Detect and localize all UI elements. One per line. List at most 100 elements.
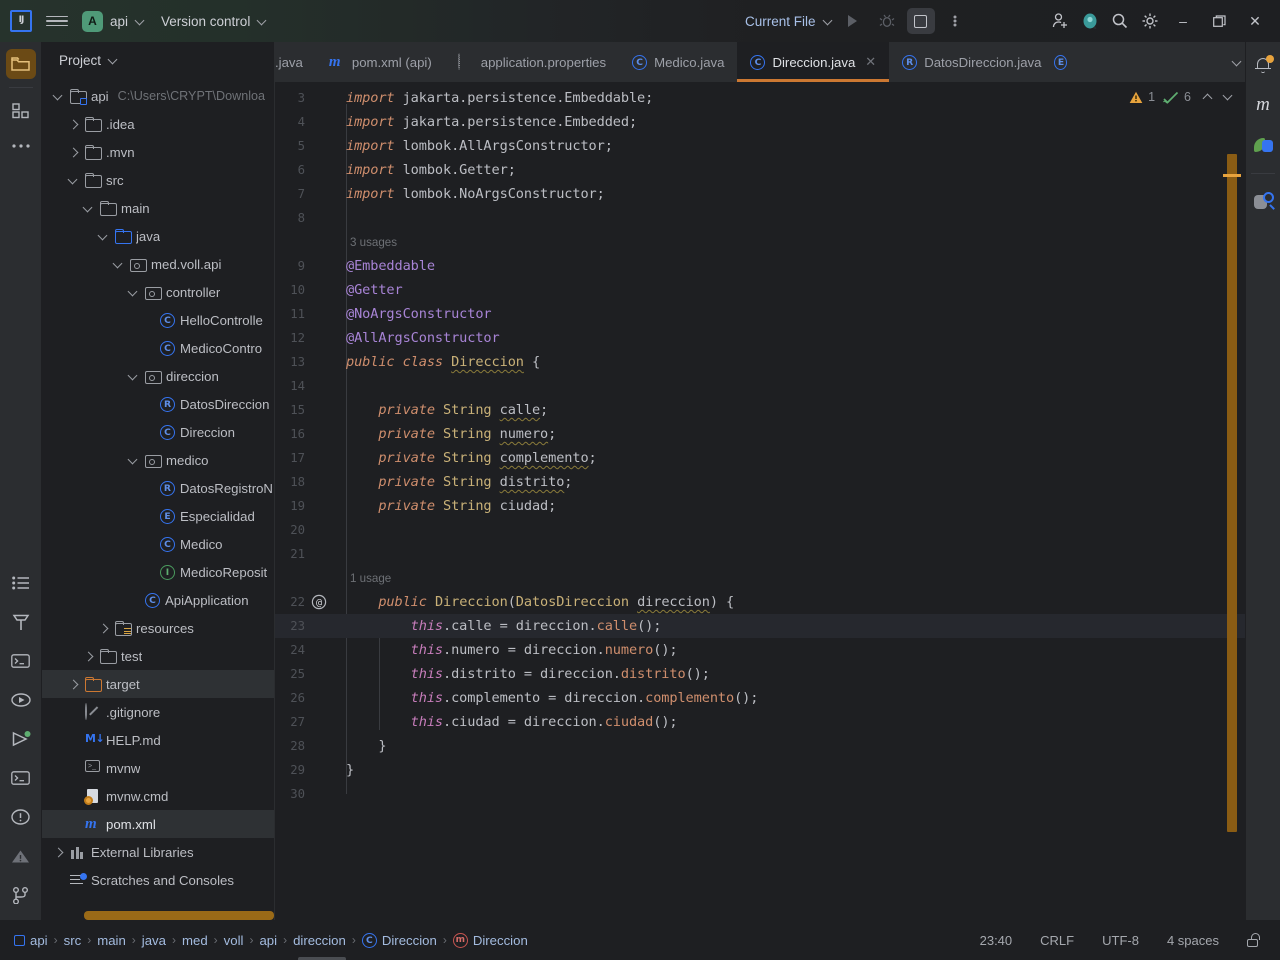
tree-node-apiapplication[interactable]: C ApiApplication (42, 586, 274, 614)
gutter-annotation-icon[interactable]: @ (311, 594, 327, 610)
code-line[interactable]: 10 @Getter (275, 278, 1245, 302)
search-icon[interactable] (1106, 8, 1134, 34)
tree-node-scratches-and-consoles[interactable]: Scratches and Consoles (42, 866, 274, 894)
breadcrumb-item-med[interactable]: med (182, 933, 208, 948)
code-line[interactable]: 3 import jakarta.persistence.Embeddable; (275, 86, 1245, 110)
tree-node-resources[interactable]: resources (42, 614, 274, 642)
tab-close-icon[interactable]: ✕ (865, 54, 876, 70)
tree-node-java[interactable]: java (42, 222, 274, 250)
tree-node-direccion[interactable]: C Direccion (42, 418, 274, 446)
tree-expand-arrow[interactable] (142, 314, 155, 327)
code-line[interactable]: 9 @Embeddable (275, 254, 1245, 278)
sidebar-item-project[interactable] (5, 49, 36, 79)
breadcrumb-item-direccion[interactable]: m Direccion (452, 932, 528, 948)
code-line[interactable]: 24 this.numero = direccion.numero(); (275, 638, 1245, 662)
code-line[interactable]: 3 usages (275, 230, 1245, 254)
tab-medico-java[interactable]: C Medico.java (619, 42, 737, 82)
tree-node-pom-xml[interactable]: m pom.xml (42, 810, 274, 838)
indent-setting[interactable]: 4 spaces (1167, 933, 1219, 948)
tree-expand-arrow[interactable] (67, 818, 80, 831)
close-button[interactable]: ✕ (1238, 6, 1272, 36)
file-encoding[interactable]: UTF-8 (1102, 933, 1139, 948)
code-line[interactable]: 30 (275, 782, 1245, 806)
code-line[interactable]: 22 @ public Direccion(DatosDireccion dire… (275, 590, 1245, 614)
tree-node-help-md[interactable]: M↓ HELP.md (42, 726, 274, 754)
tree-expand-arrow[interactable] (127, 454, 140, 467)
tree-expand-arrow[interactable] (142, 398, 155, 411)
code-line[interactable]: 7 import lombok.NoArgsConstructor; (275, 182, 1245, 206)
more-run-options-button[interactable] (941, 8, 969, 34)
tree-expand-arrow[interactable] (97, 230, 110, 243)
tree-expand-arrow[interactable] (82, 650, 95, 663)
account-icon[interactable] (1076, 8, 1104, 34)
tree-node-test[interactable]: test (42, 642, 274, 670)
tree-node-medico[interactable]: C Medico (42, 530, 274, 558)
breadcrumb-item-main[interactable]: main (97, 933, 126, 948)
sidebar-item-problems[interactable] (6, 802, 36, 832)
tree-expand-arrow[interactable] (67, 118, 80, 131)
sidebar-item-terminal[interactable] (6, 646, 36, 676)
tree-node-api[interactable]: api C:\Users\CRYPT\Downloa (42, 82, 274, 110)
breadcrumb-item-api[interactable]: api (14, 933, 48, 948)
code-line[interactable]: 27 this.ciudad = direccion.ciudad(); (275, 710, 1245, 734)
tree-node-target[interactable]: target (42, 670, 274, 698)
sidebar-item-git-branch[interactable] (6, 880, 36, 910)
code-line[interactable]: 11 @NoArgsConstructor (275, 302, 1245, 326)
breadcrumb-item-voll[interactable]: voll (224, 933, 244, 948)
breadcrumb-item-direccion[interactable]: direccion (293, 933, 346, 948)
usage-hint[interactable]: 1 usage (350, 572, 391, 585)
database-search-icon[interactable] (1248, 187, 1278, 217)
code-line[interactable]: 1 usage (275, 566, 1245, 590)
tree-node-src[interactable]: src (42, 166, 274, 194)
code-line[interactable]: 15 private String calle; (275, 398, 1245, 422)
tree-expand-arrow[interactable] (127, 594, 140, 607)
hamburger-menu-icon[interactable] (46, 10, 68, 32)
sidebar-item-todo[interactable] (6, 568, 36, 598)
code-line[interactable]: 4 import jakarta.persistence.Embedded; (275, 110, 1245, 134)
notifications-bell-icon[interactable] (1248, 50, 1278, 80)
sidebar-item-warnings[interactable] (6, 841, 36, 871)
line-separator[interactable]: CRLF (1040, 933, 1074, 948)
run-configuration-selector[interactable]: Current File (745, 14, 833, 29)
usage-hint[interactable]: 3 usages (350, 236, 397, 249)
sidebar-item-services[interactable] (6, 685, 36, 715)
code-line[interactable]: 28 } (275, 734, 1245, 758)
editor-error-marker[interactable] (1223, 174, 1241, 177)
tree-node-medicoreposit[interactable]: I MedicoReposit (42, 558, 274, 586)
sidebar-item-run[interactable] (6, 724, 36, 754)
breadcrumb-item-java[interactable]: java (142, 933, 166, 948)
tree-expand-arrow[interactable] (127, 370, 140, 383)
code-line[interactable]: 5 import lombok.AllArgsConstructor; (275, 134, 1245, 158)
code-line[interactable]: 14 (275, 374, 1245, 398)
run-button[interactable] (839, 8, 867, 34)
code-editor[interactable]: 1 6 3 import jakarta.persistence.Embeddab… (275, 82, 1245, 920)
gear-icon[interactable] (1136, 8, 1164, 34)
tree-expand-arrow[interactable] (142, 510, 155, 523)
code-line[interactable]: 23 this.calle = direccion.calle(); (275, 614, 1245, 638)
tree-expand-arrow[interactable] (127, 286, 140, 299)
code-line[interactable]: 19 private String ciudad; (275, 494, 1245, 518)
code-line[interactable]: 17 private String complemento; (275, 446, 1245, 470)
caret-position[interactable]: 23:40 (980, 933, 1013, 948)
tree-expand-arrow[interactable] (52, 90, 65, 103)
breadcrumb-item-api[interactable]: api (259, 933, 277, 948)
sidebar-item-structure[interactable] (6, 96, 36, 126)
tree-node-direccion[interactable]: direccion (42, 362, 274, 390)
maven-icon[interactable]: m (1248, 90, 1278, 120)
code-line[interactable]: 25 this.distrito = direccion.distrito(); (275, 662, 1245, 686)
editor-scrollbar-thumb[interactable] (1227, 154, 1237, 832)
tree-expand-arrow[interactable] (82, 202, 95, 215)
add-user-icon[interactable] (1046, 8, 1074, 34)
sidebar-item-build[interactable] (6, 607, 36, 637)
debug-button[interactable] (873, 8, 901, 34)
project-selector[interactable]: api (110, 14, 145, 29)
unlocked-icon[interactable] (1247, 932, 1262, 948)
tree-expand-arrow[interactable] (142, 426, 155, 439)
code-line[interactable]: 26 this.complemento = direccion.compleme… (275, 686, 1245, 710)
tree-node-datosdireccion[interactable]: R DatosDireccion (42, 390, 274, 418)
code-lines[interactable]: 3 import jakarta.persistence.Embeddable; 4… (275, 82, 1245, 920)
tab--java[interactable]: .java (275, 42, 316, 82)
code-line[interactable]: 18 private String distrito; (275, 470, 1245, 494)
version-control-selector[interactable]: Version control (161, 14, 267, 29)
tree-node--idea[interactable]: .idea (42, 110, 274, 138)
